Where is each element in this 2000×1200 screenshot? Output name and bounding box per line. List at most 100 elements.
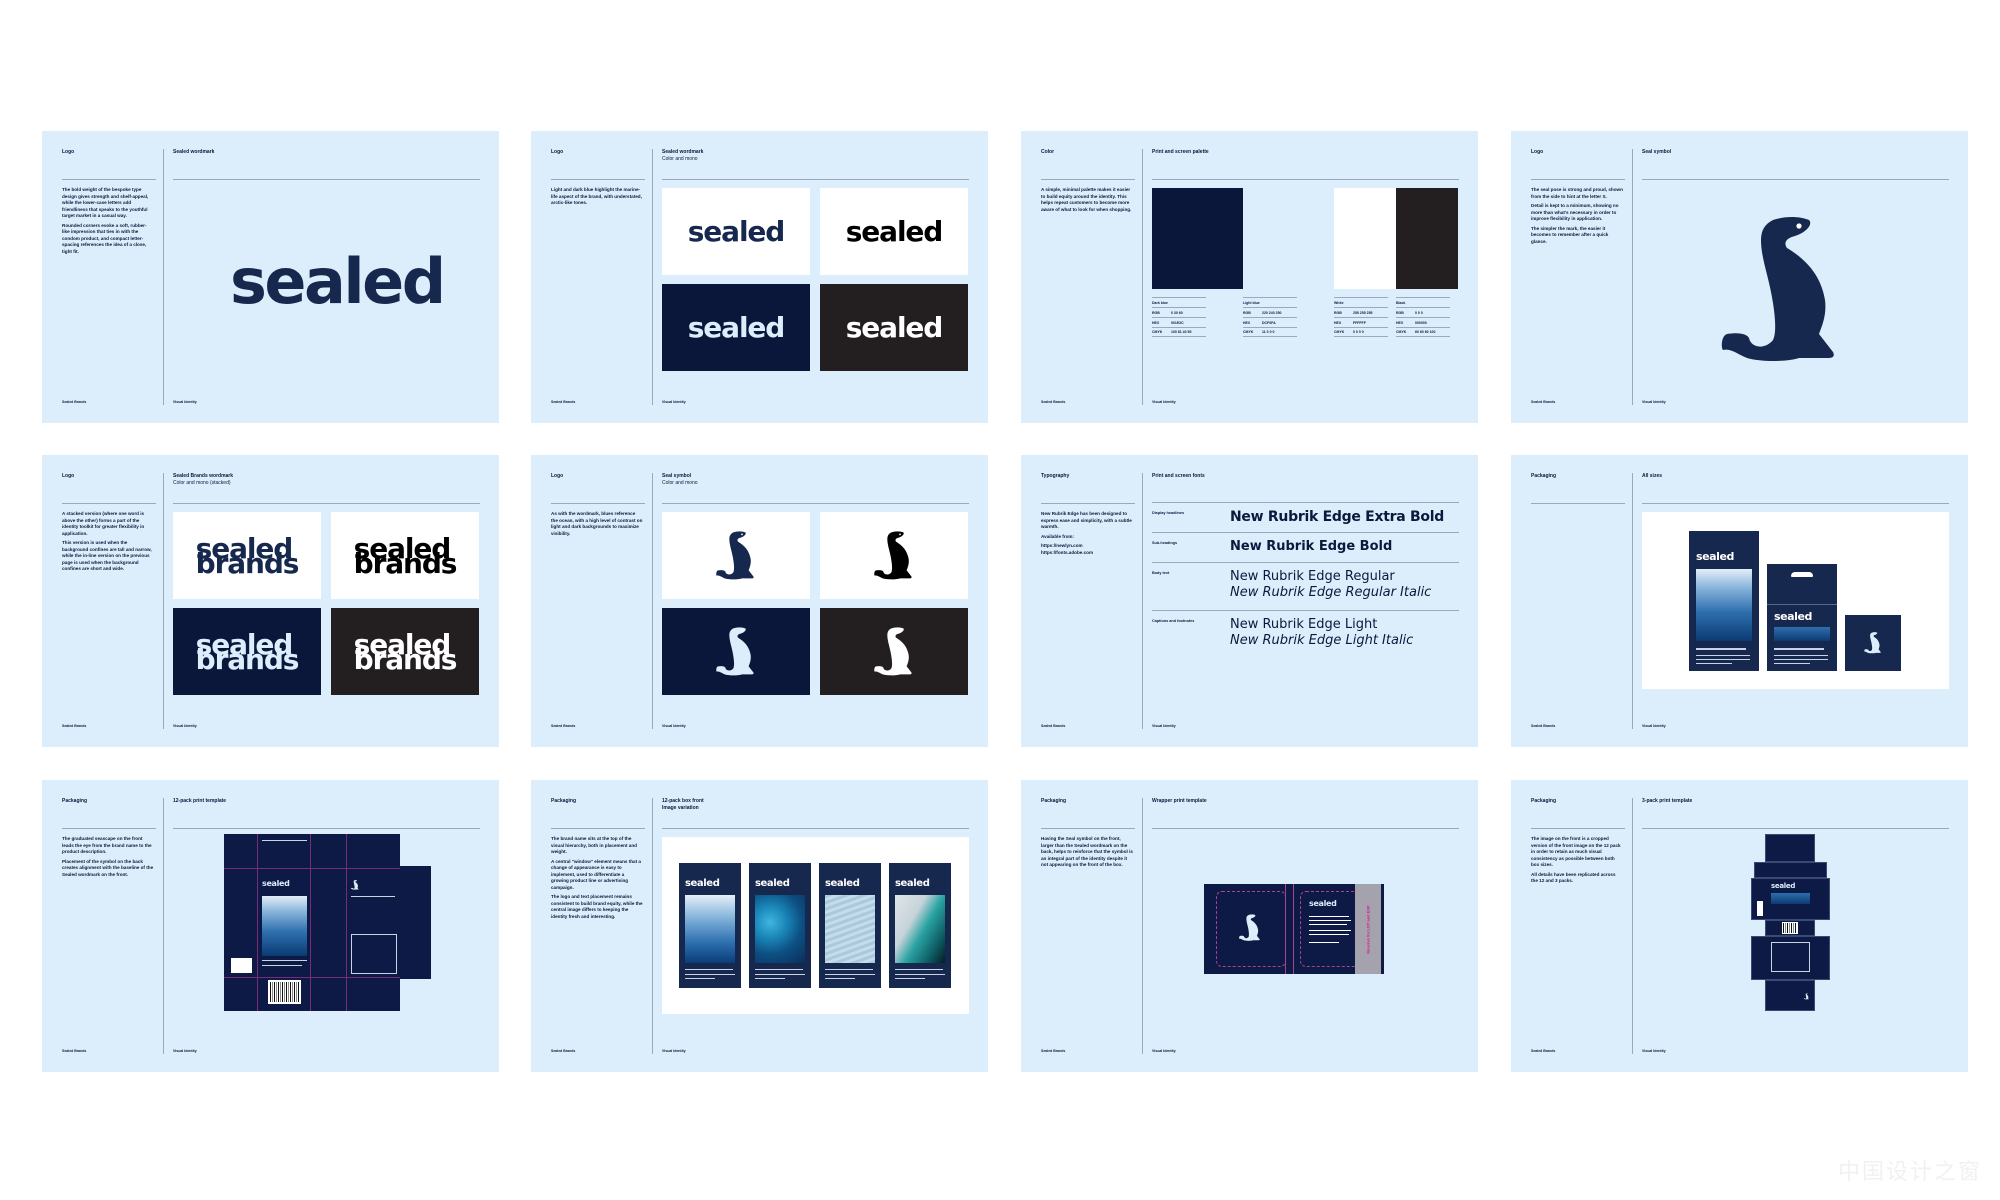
logo-tile-white-on-black: sealed <box>820 284 968 371</box>
page-title: Wrapper print template <box>1152 798 1207 805</box>
slide-3-pack-template: Packaging 3-pack print template The imag… <box>1511 780 1968 1072</box>
seal-symbol-icon <box>716 627 756 677</box>
pack-12: sealed <box>1689 531 1759 671</box>
description: The brand name sits at the top of the vi… <box>551 836 643 923</box>
seal-tile-navy-on-white <box>662 512 810 599</box>
page-title-text: 12-pack box front <box>662 798 704 804</box>
pack-text-line <box>262 965 302 966</box>
color-name: Dark blue <box>1152 297 1206 307</box>
logo-variant-grid: sealed sealed sealed sealed <box>662 188 969 371</box>
wordmark: sealed <box>687 310 786 344</box>
seal-tile-black-on-white <box>820 512 968 599</box>
font-source-links[interactable]: https://newlyn.com https://fonts.adobe.c… <box>1041 543 1133 556</box>
pack-text-line <box>895 969 943 971</box>
pack-text-line <box>351 896 395 897</box>
cmyk-value: 60 60 60 100 <box>1415 330 1436 334</box>
lot-exp-reserve-area: Reserve for LOT and EXP <box>1355 884 1381 974</box>
horizontal-rule <box>1041 503 1135 504</box>
vertical-divider <box>163 798 164 1054</box>
color-name-text: Dark blue <box>1152 300 1168 305</box>
variation-image <box>825 895 875 963</box>
description-paragraph: New Rubrik Edge has been designed to exp… <box>1041 511 1132 529</box>
section-title: Logo <box>551 149 564 155</box>
wordmark: sealed <box>687 214 786 248</box>
slide-typography: Typography Print and screen fonts New Ru… <box>1021 455 1478 747</box>
page-title: 12-pack box front Image variation <box>662 798 704 812</box>
seal-symbol-icon <box>874 531 914 581</box>
font-usage-label: Display headlines <box>1152 511 1185 515</box>
box-side-flap <box>400 866 431 979</box>
dieline-bottom <box>1765 920 1815 936</box>
logo-tile-navy-on-white: sealed <box>662 188 810 275</box>
row-label: HEX <box>1243 320 1251 325</box>
font-samples: New Rubrik Edge Light New Rubrik Edge Li… <box>1230 617 1413 649</box>
footer-brand: Sealed Brands <box>1531 400 1556 404</box>
hang-tab-hole <box>1791 572 1813 577</box>
horizontal-rule <box>662 828 969 829</box>
description-paragraph: All details have been replicated across … <box>1531 871 1616 884</box>
wordmark: sealed <box>845 214 944 248</box>
footer-section: Visual Identity <box>1642 724 1666 728</box>
rgb-value: 255 255 255 <box>1353 310 1373 315</box>
cmyk-value: 0 0 0 0 <box>1353 330 1364 334</box>
page-title: Sealed Brands wordmark Color and mono (s… <box>173 473 233 487</box>
section-title: Typography <box>1041 473 1070 479</box>
footer-section: Visual Identity <box>1642 400 1666 404</box>
color-name-text: White <box>1334 300 1344 305</box>
description-paragraph: The simpler the mark, the easier it beco… <box>1531 225 1609 244</box>
slide-sealed-brands-stacked: Logo Sealed Brands wordmark Color and mo… <box>42 455 499 747</box>
reserve-label: Reserve for LOT and EXP <box>1365 904 1371 954</box>
horizontal-rule <box>551 503 645 504</box>
wordmark-line: brands <box>195 546 300 580</box>
pack-text-line <box>1774 663 1810 664</box>
logo-variant-grid: sealed brands sealed brands sealed brands s… <box>173 512 480 695</box>
footer-brand: Sealed Brands <box>1041 724 1066 728</box>
variations-stage: sealed sealed sealed sealed <box>662 837 969 1014</box>
pack-text-line <box>262 960 307 961</box>
info-label <box>231 958 252 973</box>
font-row-display: Display headlines New Rubrik Edge Extra … <box>1152 502 1459 525</box>
description-paragraph: Having the Seal symbol on the front, lar… <box>1041 836 1133 867</box>
footer-brand: Sealed Brands <box>1531 724 1556 728</box>
seal-symbol-icon <box>1804 993 1809 1000</box>
section-title: Logo <box>551 473 564 479</box>
section-title: Packaging <box>62 798 88 804</box>
seal-symbol-icon <box>874 627 914 677</box>
dieline-back <box>1751 936 1830 980</box>
row-label: HEX <box>1152 320 1160 325</box>
page-title-text: Wrapper print template <box>1152 798 1207 804</box>
pack-text-line <box>685 974 735 975</box>
pack-text-line <box>1309 924 1347 926</box>
vertical-divider <box>1632 798 1633 1054</box>
font-usage-label: Captions and footnotes <box>1152 619 1195 623</box>
description-paragraph: Placement of the symbol on the back crea… <box>62 858 154 877</box>
font-row-captions: Captions and footnotes New Rubrik Edge L… <box>1152 610 1459 648</box>
variation-image <box>755 895 805 963</box>
wordmark-line: brands <box>353 642 458 676</box>
page-title-text: Seal symbol <box>662 473 692 479</box>
footer-brand: Sealed Brands <box>1531 1049 1556 1053</box>
description-paragraph: The brand name sits at the top of the vi… <box>551 836 637 854</box>
stacked-wordmark: sealed brands <box>195 534 300 580</box>
description-paragraph: Detail is kept to a minimum, showing no … <box>1531 203 1619 221</box>
page-title: Sealed wordmark Color and mono <box>662 149 703 163</box>
symbol-variant-grid <box>662 512 969 695</box>
dieline-top-flaps <box>1754 862 1827 878</box>
pack-text-line <box>685 969 733 971</box>
hex-value: DCF0FA <box>1262 320 1276 325</box>
fold-line <box>1767 604 1837 605</box>
pack-text-line <box>1774 655 1828 656</box>
font-sample: New Rubrik Edge Bold <box>1230 539 1393 554</box>
page-subtitle: Color and mono (stacked) <box>173 480 231 486</box>
vertical-divider <box>1142 149 1143 405</box>
row-label: HEX <box>1334 320 1342 325</box>
horizontal-rule <box>1531 503 1625 504</box>
pack-single-wrapper <box>1845 615 1901 671</box>
rgb-value: 220 240 250 <box>1262 310 1282 315</box>
footer-brand: Sealed Brands <box>62 1049 87 1053</box>
seal-symbol-icon <box>716 531 756 581</box>
pack-variation-reef: sealed <box>749 863 811 988</box>
font-usage-label: Body text <box>1152 571 1170 575</box>
pack-text-line <box>1309 942 1339 944</box>
font-samples: New Rubrik Edge Regular New Rubrik Edge … <box>1230 569 1431 601</box>
